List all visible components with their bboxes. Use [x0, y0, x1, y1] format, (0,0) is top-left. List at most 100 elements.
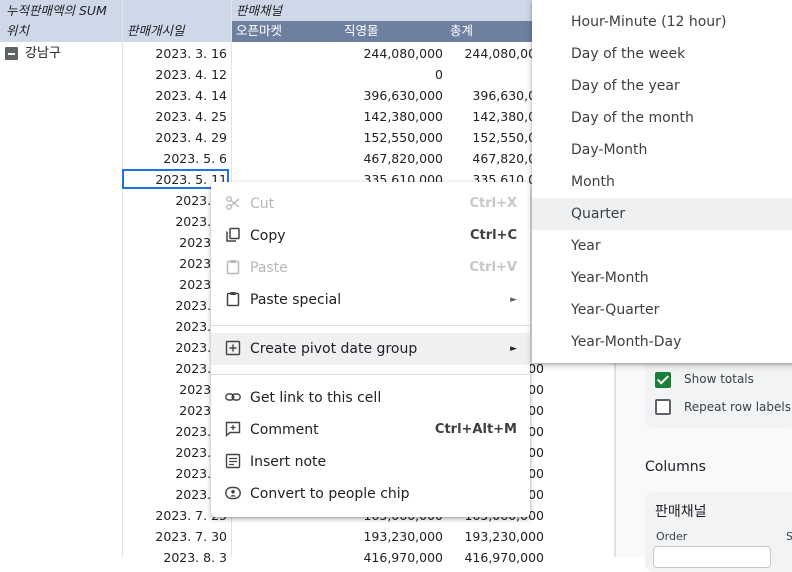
- menu-item-label: Cut: [250, 196, 275, 212]
- pivot-direct-value-cell[interactable]: 416,970,000: [335, 547, 443, 568]
- column-field-name: 판매채널: [655, 504, 707, 520]
- pivot-direct-value-cell[interactable]: 244,080,000: [335, 43, 443, 64]
- columns-section-title: Columns: [645, 459, 706, 475]
- pivot-col-group-label[interactable]: 판매채널: [236, 0, 282, 21]
- menu-item-paste[interactable]: Paste Ctrl+V: [211, 252, 530, 284]
- menu-item-label: Comment: [250, 422, 319, 438]
- pivot-direct-value-cell[interactable]: 0: [335, 64, 443, 85]
- repeat-row-labels-checkbox[interactable]: [655, 399, 671, 415]
- menu-divider: [211, 374, 530, 375]
- show-totals-checkbox[interactable]: [655, 372, 671, 388]
- table-row: 2023. 8. 3 416,970,000 416,970,000: [0, 547, 544, 568]
- submenu-item[interactable]: Day of the year: [532, 70, 792, 102]
- order-label: Order: [656, 530, 688, 543]
- pivot-corner-label[interactable]: 누적판매액의 SUM: [6, 0, 107, 21]
- pivot-total-value-cell[interactable]: 416,970,000: [444, 547, 544, 568]
- menu-item-shortcut: Ctrl+C: [469, 228, 517, 243]
- pivot-date-cell[interactable]: 2023. 4. 12: [120, 64, 227, 85]
- menu-item-insert-note[interactable]: Insert note: [211, 446, 530, 478]
- pivot-direct-value-cell[interactable]: 142,380,000: [335, 106, 443, 127]
- pivot-row-header-location[interactable]: 위치: [6, 20, 29, 41]
- submenu-item-label: Day of the month: [571, 110, 694, 126]
- menu-divider: [211, 325, 530, 326]
- pivot-date-cell[interactable]: 2023. 3. 16: [120, 43, 227, 64]
- pivot-direct-value-cell[interactable]: 467,820,000: [335, 148, 443, 169]
- menu-item-comment[interactable]: Comment Ctrl+Alt+M: [211, 414, 530, 446]
- order-select[interactable]: [653, 546, 771, 568]
- people-chip-icon: [225, 486, 241, 500]
- chevron-right-icon: ►: [510, 344, 517, 354]
- pivot-total-value-cell[interactable]: 244,080,000: [444, 43, 544, 64]
- repeat-row-labels-label: Repeat row labels: [684, 400, 791, 414]
- submenu-item[interactable]: Day-Month: [532, 134, 792, 166]
- menu-item-label: Get link to this cell: [250, 390, 382, 406]
- pivot-direct-value-cell[interactable]: 152,550,000: [335, 127, 443, 148]
- submenu-item[interactable]: Year-Month: [532, 262, 792, 294]
- submenu-item-label: Day of the week: [571, 46, 686, 62]
- submenu-item[interactable]: Month: [532, 166, 792, 198]
- submenu-item-label: Hour-Minute (12 hour): [571, 14, 727, 30]
- show-totals-label: Show totals: [684, 372, 754, 386]
- submenu-item[interactable]: Day of the month: [532, 102, 792, 134]
- pivot-total-value-cell[interactable]: 142,380,00: [444, 106, 544, 127]
- scissors-icon: [226, 196, 240, 210]
- menu-item-label: Insert note: [250, 454, 327, 470]
- clipboard-icon: [226, 260, 240, 275]
- pivot-direct-value-cell[interactable]: 396,630,000: [335, 85, 443, 106]
- submenu-item-label: Year-Month: [571, 270, 649, 286]
- menu-item-convert-people-chip[interactable]: Convert to people chip: [211, 478, 530, 510]
- submenu-item-label: Day of the year: [571, 78, 680, 94]
- table-row: 2023. 4. 12 0: [0, 64, 540, 85]
- add-box-icon: [225, 340, 241, 356]
- menu-item-label: Paste special: [250, 292, 342, 308]
- table-row: 2023. 3. 16 244,080,000 244,080,000: [0, 43, 544, 64]
- chevron-right-icon: ►: [510, 295, 517, 305]
- pivot-date-cell[interactable]: 2023. 4. 14: [120, 85, 227, 106]
- menu-item-shortcut: Ctrl+V: [469, 260, 517, 275]
- pivot-row-header-date[interactable]: 판매개시일: [127, 20, 185, 41]
- submenu-item-label: Year-Month-Day: [571, 334, 682, 350]
- pivot-col-header-direct[interactable]: 직영몰: [344, 20, 379, 41]
- pivot-date-cell[interactable]: 2023. 4. 25: [120, 106, 227, 127]
- menu-item-get-link[interactable]: Get link to this cell: [211, 382, 530, 414]
- pivot-date-cell[interactable]: 2023. 4. 29: [120, 127, 227, 148]
- submenu-item-label: Month: [571, 174, 615, 190]
- pivot-total-value-cell[interactable]: 152,550,00: [444, 127, 544, 148]
- menu-item-cut[interactable]: Cut Ctrl+X: [211, 188, 530, 220]
- menu-item-paste-special[interactable]: Paste special ►: [211, 284, 530, 316]
- submenu-item[interactable]: Year: [532, 230, 792, 262]
- table-row: 2023. 4. 25 142,380,000 142,380,00: [0, 106, 544, 127]
- pivot-date-cell[interactable]: 2023. 7. 30: [120, 526, 227, 547]
- summarize-label-partial: S: [786, 530, 792, 543]
- pivot-date-cell[interactable]: 2023. 8. 3: [120, 547, 227, 568]
- pivot-direct-value-cell[interactable]: 193,230,000: [335, 526, 443, 547]
- pivot-col-header-openmarket[interactable]: 오픈마켓: [236, 20, 282, 41]
- menu-item-copy[interactable]: Copy Ctrl+C: [211, 220, 530, 252]
- pivot-date-cell[interactable]: 2023. 5. 6: [120, 148, 227, 169]
- submenu-item[interactable]: Day of the week: [532, 38, 792, 70]
- submenu-item-label: Year-Quarter: [571, 302, 660, 318]
- comment-add-icon: [225, 421, 241, 437]
- submenu-item[interactable]: Year-Quarter: [532, 294, 792, 326]
- menu-item-create-pivot-date-group[interactable]: Create pivot date group ►: [211, 333, 530, 365]
- note-icon: [225, 453, 241, 469]
- pivot-total-value-cell[interactable]: 193,230,000: [444, 526, 544, 547]
- menu-item-label: Paste: [250, 260, 288, 276]
- clipboard-icon: [226, 292, 240, 307]
- link-icon: [225, 393, 241, 401]
- menu-item-label: Copy: [250, 228, 286, 244]
- submenu-item[interactable]: Hour-Minute (12 hour): [532, 6, 792, 38]
- menu-item-label: Convert to people chip: [250, 486, 410, 502]
- table-row: 2023. 4. 29 152,550,000 152,550,00: [0, 127, 544, 148]
- row-options-box: [645, 358, 792, 428]
- menu-item-shortcut: Ctrl+X: [469, 196, 517, 211]
- copy-icon: [226, 227, 240, 242]
- submenu-item[interactable]: Quarter: [532, 198, 792, 230]
- context-menu: Cut Ctrl+X Copy Ctrl+C Paste Ctrl+V Past…: [211, 182, 530, 517]
- pivot-total-value-cell[interactable]: 467,820,00: [444, 148, 544, 169]
- pivot-col-header-total[interactable]: 총계: [450, 20, 473, 41]
- menu-item-shortcut: Ctrl+Alt+M: [434, 422, 517, 437]
- submenu-item-label: Quarter: [571, 206, 626, 222]
- submenu-item[interactable]: Year-Month-Day: [532, 326, 792, 358]
- pivot-total-value-cell[interactable]: 396,630,00: [444, 85, 544, 106]
